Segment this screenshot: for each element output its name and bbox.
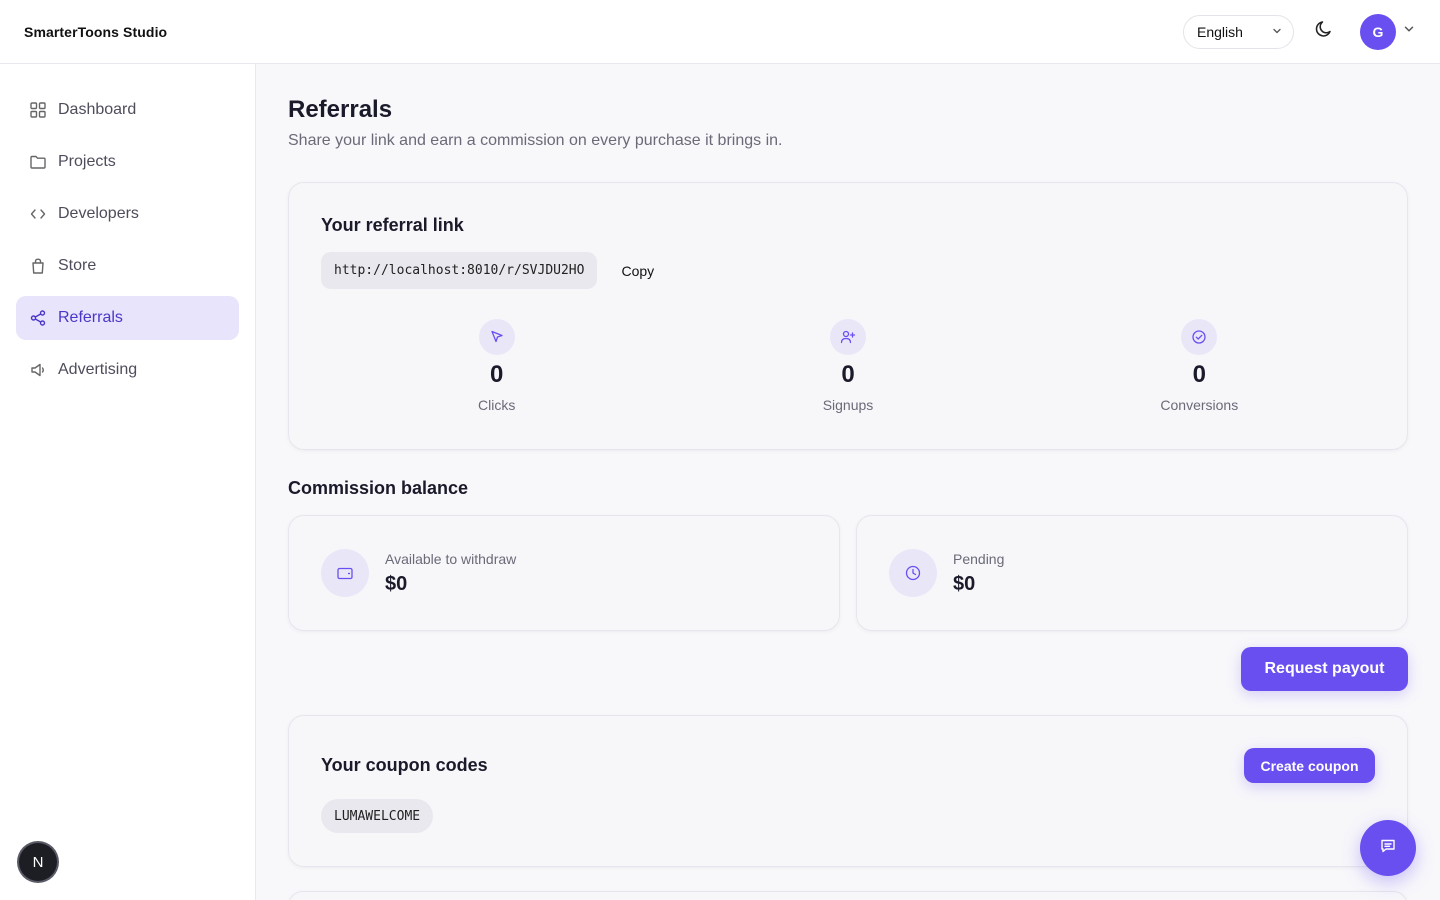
stat-value: 0 [841, 361, 855, 388]
sidebar-item-store[interactable]: Store [16, 244, 239, 288]
chat-button[interactable] [1360, 820, 1416, 876]
folder-icon [28, 152, 48, 172]
avatar[interactable]: G [1360, 13, 1396, 50]
sidebar-item-developers[interactable]: Developers [16, 192, 239, 236]
available-label: Available to withdraw [385, 550, 517, 567]
coupon-codes-title: Your coupon codes [321, 755, 488, 775]
next-card [288, 891, 1408, 900]
user-menu[interactable]: G [1360, 13, 1416, 50]
referral-link-title: Your referral link [321, 215, 464, 235]
cursor-icon [478, 319, 515, 355]
stat-value: 0 [489, 361, 504, 388]
language-select-value: English [1197, 23, 1243, 40]
top-bar-actions: English G [1183, 13, 1416, 50]
wallet-icon [321, 549, 369, 597]
available-balance-card: Available to withdraw $0 [288, 515, 840, 631]
sidebar-item-projects[interactable]: Projects [16, 140, 239, 184]
stat-value: 0 [1192, 361, 1206, 388]
payout-row: Request payout [288, 647, 1408, 691]
chevron-down-icon [1402, 22, 1416, 41]
sidebar-item-label: Store [58, 257, 97, 274]
page-subtitle: Share your link and earn a commission on… [288, 132, 783, 149]
language-select[interactable]: English [1183, 14, 1294, 49]
clock-icon [889, 549, 937, 597]
grid-icon [28, 100, 48, 120]
pending-balance-card: Pending $0 [856, 515, 1408, 631]
stat-clicks: 0 Clicks [321, 319, 672, 413]
sidebar-item-dashboard[interactable]: Dashboard [16, 88, 239, 132]
chevron-down-icon [1271, 24, 1283, 40]
sidebar-item-label: Projects [58, 153, 116, 170]
top-bar: SmarterToons Studio English G [0, 0, 1440, 64]
page-title: Referrals [288, 96, 393, 123]
commission-title: Commission balance [288, 478, 469, 498]
sidebar-item-label: Dashboard [58, 101, 137, 118]
stat-label: Signups [822, 397, 874, 413]
referral-link-card: Your referral link http://localhost:8010… [288, 182, 1408, 450]
user-plus-icon [829, 319, 866, 355]
stat-conversions: 0 Conversions [1024, 319, 1375, 413]
pending-balance-text: Pending $0 [953, 551, 1004, 596]
stat-label: Conversions [1160, 397, 1239, 413]
referral-link-value[interactable]: http://localhost:8010/r/SVJDU2HO [321, 252, 598, 289]
sidebar-item-label: Developers [58, 205, 139, 222]
create-coupon-button[interactable]: Create coupon [1244, 748, 1375, 783]
copy-button[interactable]: Copy [621, 263, 654, 279]
request-payout-button[interactable]: Request payout [1241, 647, 1408, 691]
available-value: $0 [385, 572, 408, 595]
referral-stats: 0 Clicks 0 Signups 0 Conversions [321, 319, 1375, 413]
code-icon [28, 204, 48, 224]
brand-name[interactable]: SmarterToons Studio [24, 24, 167, 40]
megaphone-icon [28, 360, 48, 380]
sidebar-item-referrals[interactable]: Referrals [16, 296, 239, 340]
pending-label: Pending [953, 550, 1005, 567]
chat-icon [1379, 837, 1397, 860]
stat-signups: 0 Signups [672, 319, 1023, 413]
referral-link-row: http://localhost:8010/r/SVJDU2HO Copy [321, 252, 1375, 289]
shopping-bag-icon [28, 256, 48, 276]
sidebar: Dashboard Projects Developers Store Refe… [0, 64, 256, 900]
moon-icon [1314, 19, 1334, 44]
sidebar-item-label: Referrals [58, 309, 123, 326]
sidebar-item-advertising[interactable]: Advertising [16, 348, 239, 392]
coupon-codes-card: Your coupon codes Create coupon LUMAWELC… [288, 715, 1408, 867]
check-circle-icon [1181, 319, 1218, 355]
pending-value: $0 [953, 572, 976, 595]
available-balance-text: Available to withdraw $0 [385, 551, 516, 596]
sidebar-item-label: Advertising [58, 361, 138, 378]
main-content: Referrals Share your link and earn a com… [256, 64, 1440, 900]
balance-row: Available to withdraw $0 Pending $0 [288, 515, 1408, 631]
share-icon [28, 308, 48, 328]
coupon-header: Your coupon codes Create coupon [321, 748, 1375, 783]
dev-tools-badge[interactable]: N [19, 843, 57, 881]
theme-toggle-button[interactable] [1312, 20, 1336, 44]
stat-label: Clicks [477, 397, 516, 413]
coupon-code[interactable]: LUMAWELCOME [321, 799, 434, 833]
